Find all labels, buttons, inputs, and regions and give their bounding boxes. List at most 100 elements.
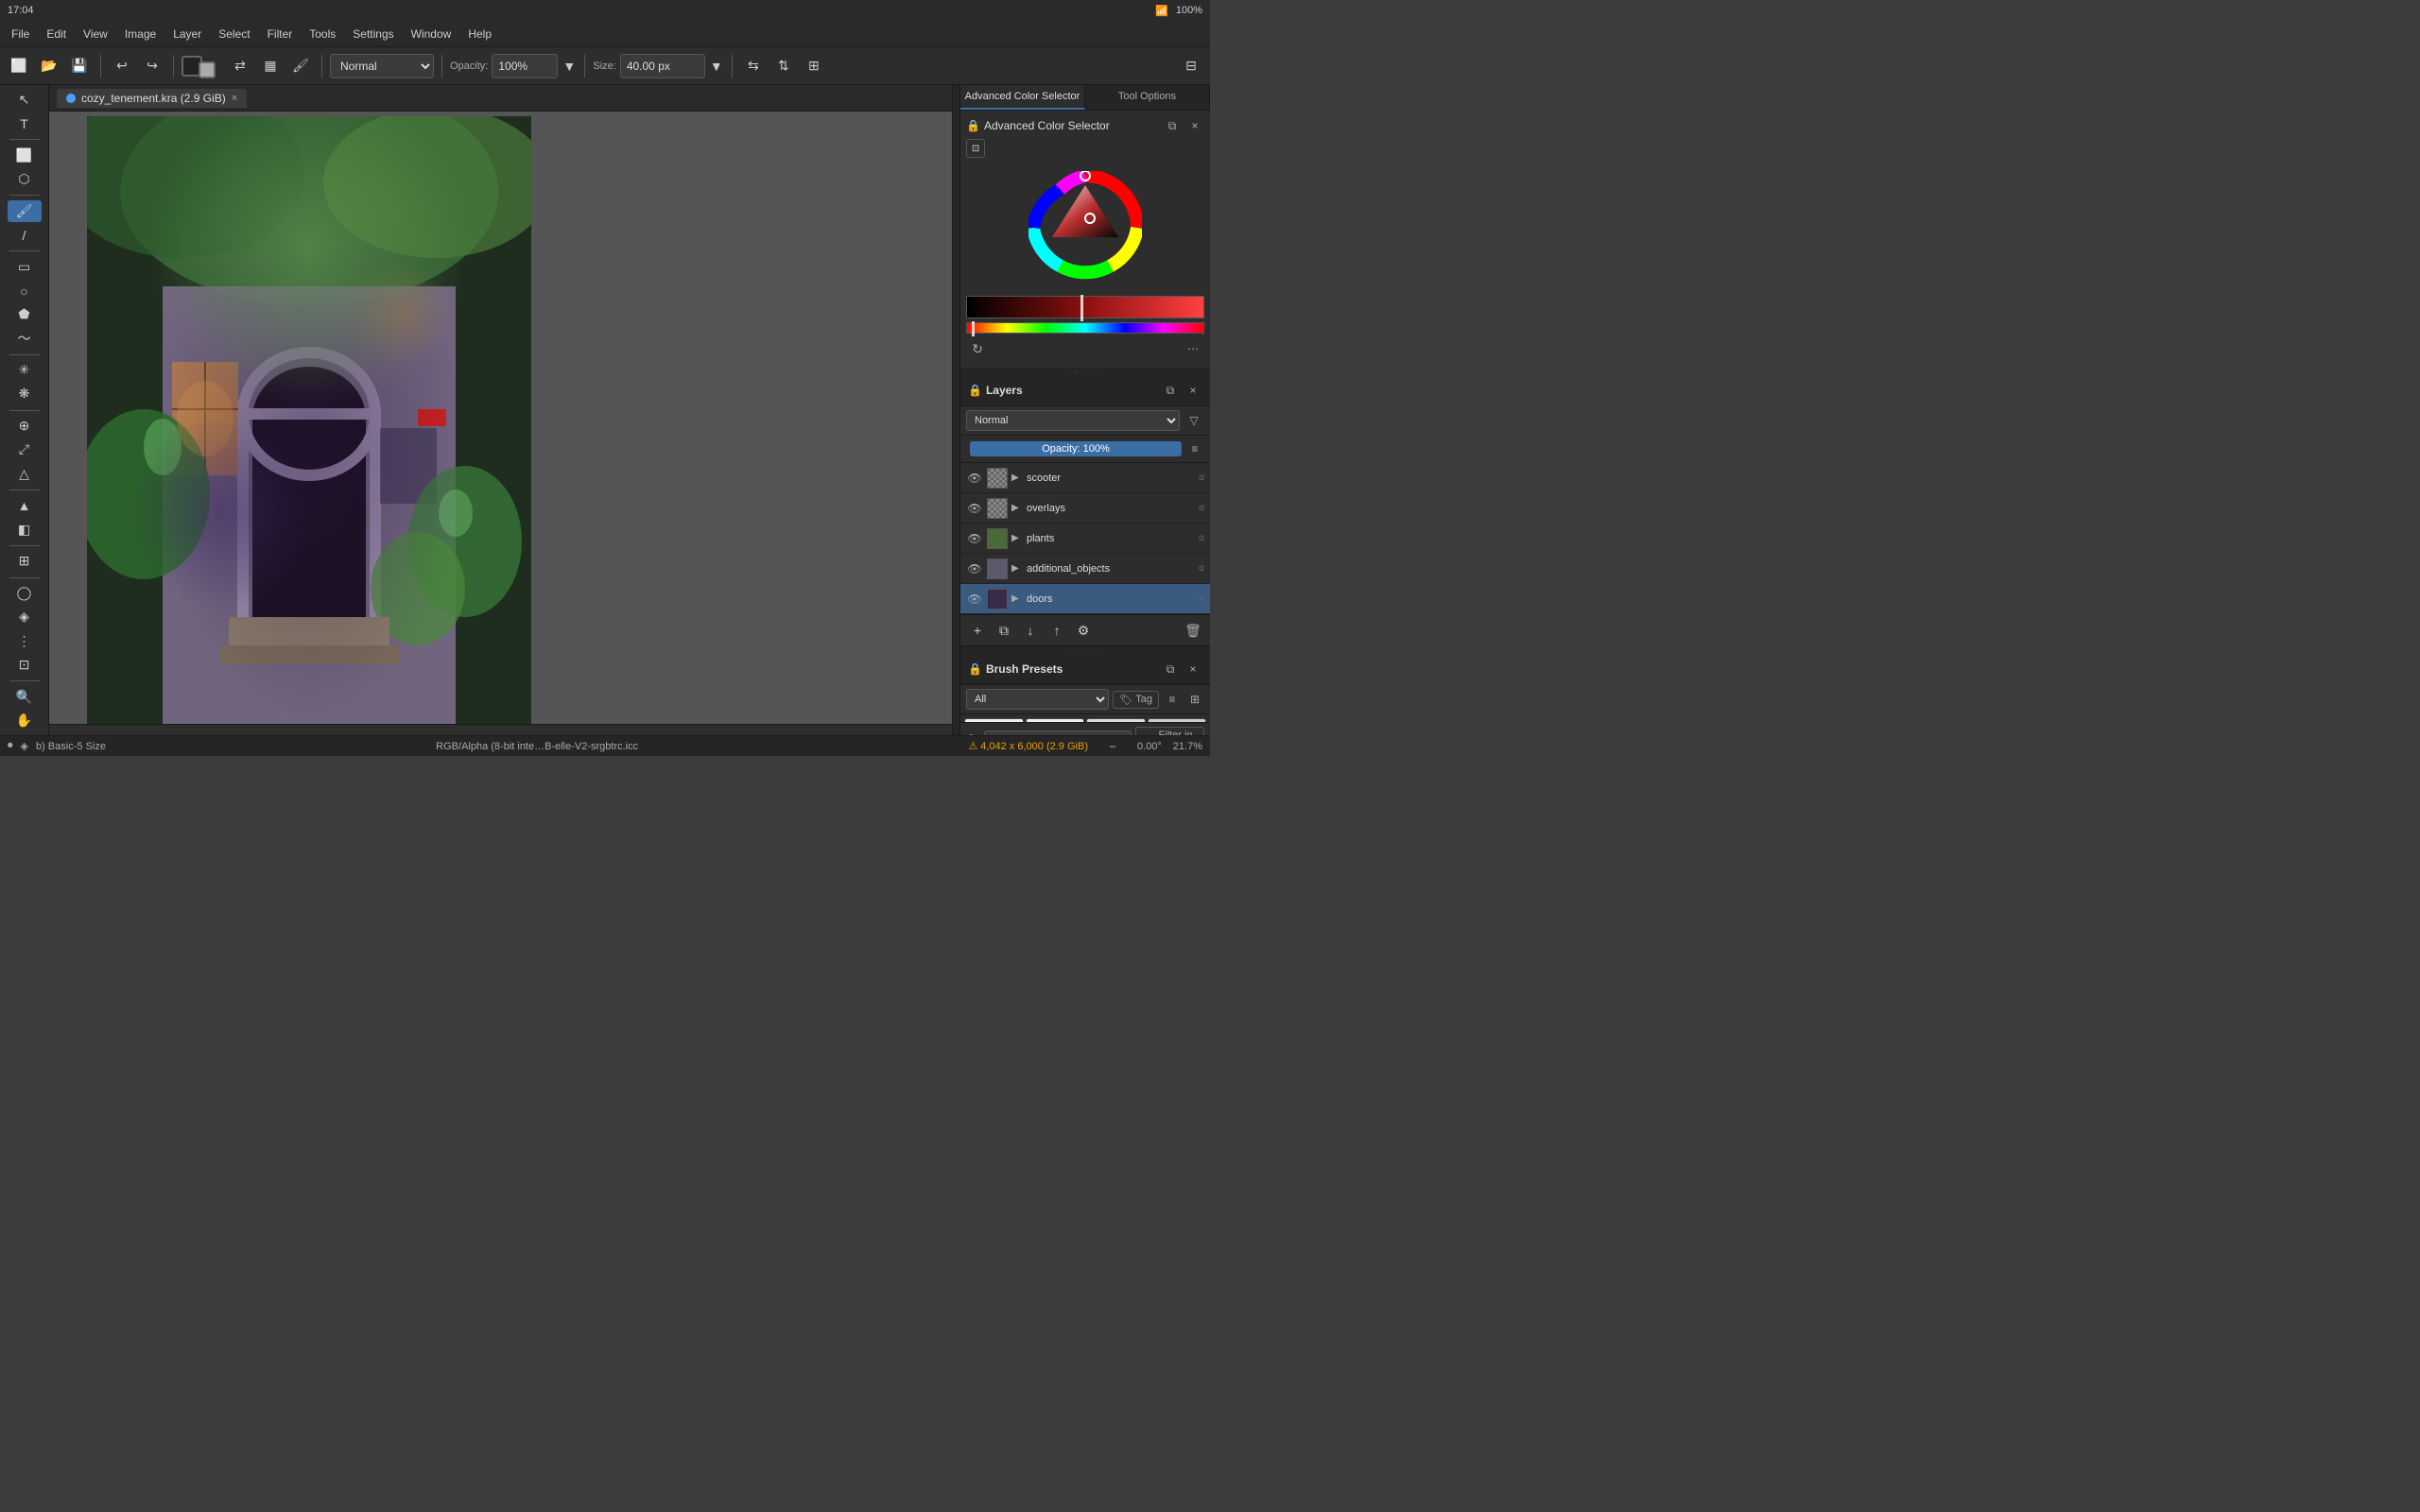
blend-mode-select[interactable]: Normal Multiply Screen Overlay [330, 54, 434, 78]
menu-tools[interactable]: Tools [302, 25, 343, 43]
size-input[interactable] [620, 54, 705, 78]
menu-view[interactable]: View [76, 25, 115, 43]
merge-down-btn[interactable]: ↓ [1019, 619, 1042, 642]
wrap-btn[interactable]: ⊞ [801, 53, 827, 79]
panel-layout-btn[interactable]: ⊟ [1178, 53, 1204, 79]
layer-expand-additional[interactable]: ▶ [1011, 563, 1023, 574]
layer-opacity-value[interactable]: Opacity: 100% [970, 441, 1182, 456]
measure-btn[interactable]: △ [8, 463, 42, 485]
layer-item-overlays[interactable]: 👁 ▶ overlays α [960, 493, 1210, 524]
v-scrollbar[interactable] [952, 85, 959, 735]
transform-btn[interactable]: ⤢ [8, 438, 42, 460]
layer-item-scooter[interactable]: 👁 ▶ scooter α [960, 463, 1210, 493]
menu-layer[interactable]: Layer [165, 25, 209, 43]
color-panel-close-btn[interactable]: × [1185, 116, 1204, 135]
color-sampler-btn[interactable]: ⊕ [8, 415, 42, 437]
color-menu-btn[interactable]: ⋯ [1184, 339, 1202, 358]
copy-layer-btn[interactable]: ⧉ [993, 619, 1015, 642]
layer-expand-scooter[interactable]: ▶ [1011, 472, 1023, 483]
menu-window[interactable]: Window [404, 25, 459, 43]
properties-btn[interactable]: ⚙ [1072, 619, 1095, 642]
freehand-select-btn[interactable]: ⬡ [8, 168, 42, 190]
canvas-close-btn[interactable]: × [232, 93, 237, 104]
color-panel-expand-btn[interactable]: ⧉ [1163, 116, 1182, 135]
brush-preset-btn[interactable]: 🖌 [287, 53, 314, 79]
text-tool-btn[interactable]: T [8, 112, 42, 134]
redo-btn[interactable]: ↪ [139, 53, 165, 79]
gradient-btn[interactable]: ◧ [8, 519, 42, 541]
brush-expand-btn[interactable]: ⧉ [1161, 660, 1180, 679]
color-refresh-btn[interactable]: ↻ [968, 339, 987, 358]
mirror-h-btn[interactable]: ⇆ [740, 53, 767, 79]
h-scrollbar[interactable] [49, 724, 952, 735]
layer-vis-plants[interactable]: 👁 [966, 530, 983, 547]
menu-help[interactable]: Help [460, 25, 499, 43]
menu-image[interactable]: Image [117, 25, 164, 43]
menu-edit[interactable]: Edit [39, 25, 74, 43]
opacity-input[interactable] [492, 54, 558, 78]
brush-list-btn[interactable]: ≡ [1163, 690, 1182, 709]
contiguous-select-btn[interactable]: ⬜ [8, 145, 42, 166]
layer-item-plants[interactable]: 👁 ▶ plants α [960, 524, 1210, 554]
open-btn[interactable]: 📂 [36, 53, 62, 79]
brush-grid-btn[interactable]: ⊞ [1185, 690, 1204, 709]
canvas-tab[interactable]: cozy_tenement.kra (2.9 GiB) × [57, 89, 247, 108]
size-arrow-btn[interactable]: ▼ [709, 53, 724, 79]
menu-file[interactable]: File [4, 25, 37, 43]
select-tool-btn[interactable]: ↖ [8, 89, 42, 111]
layer-vis-doors[interactable]: 👁 [966, 591, 983, 608]
layer-item-doors[interactable]: 👁 ▶ doors α [960, 584, 1210, 614]
save-btn[interactable]: 💾 [66, 53, 93, 79]
fill-btn[interactable]: ▲ [8, 494, 42, 516]
bg-color-btn[interactable] [199, 61, 216, 78]
brush-tool-btn[interactable]: 🖌 [8, 200, 42, 222]
ellipse-tool-btn[interactable]: ○ [8, 280, 42, 301]
circular-select-btn[interactable]: ◯ [8, 582, 42, 604]
layer-opacity-menu-btn[interactable]: ≡ [1185, 439, 1204, 458]
canvas-container[interactable]: wøyng [49, 112, 952, 724]
menu-filter[interactable]: Filter [260, 25, 301, 43]
layers-expand-btn[interactable]: ⧉ [1161, 381, 1180, 400]
multibrush-btn[interactable]: ✳ [8, 359, 42, 381]
crop-btn[interactable]: ⊞ [8, 550, 42, 572]
delete-layer-btn[interactable]: 🗑 [1182, 619, 1204, 642]
layer-vis-overlays[interactable]: 👁 [966, 500, 983, 517]
color-type-hsv-btn[interactable]: ⊡ [966, 139, 985, 158]
layers-close-btn[interactable]: × [1184, 381, 1202, 400]
opacity-arrow-btn[interactable]: ▼ [562, 53, 577, 79]
mirror-v-btn[interactable]: ⇅ [770, 53, 797, 79]
pan-tool-btn[interactable]: ✋ [8, 710, 42, 731]
magnetic-select-btn[interactable]: ⋮ [8, 630, 42, 652]
color-hue-bar[interactable] [966, 322, 1204, 334]
pattern-btn[interactable]: ▦ [257, 53, 284, 79]
color-swap-btn[interactable]: ⇄ [227, 53, 253, 79]
rectangular-select-btn[interactable]: ⊡ [8, 654, 42, 676]
smart-patch-btn[interactable]: ❋ [8, 383, 42, 404]
new-window-btn[interactable]: ⬜ [6, 53, 32, 79]
tab-tool-options[interactable]: Tool Options [1085, 85, 1210, 110]
color-wheel[interactable] [1028, 171, 1142, 284]
color-gradient-bar[interactable] [966, 296, 1204, 318]
menu-select[interactable]: Select [211, 25, 257, 43]
brush-close-btn[interactable]: × [1184, 660, 1202, 679]
contiguous-path-btn[interactable]: ◈ [8, 606, 42, 627]
layer-expand-doors[interactable]: ▶ [1011, 593, 1023, 604]
layer-expand-overlays[interactable]: ▶ [1011, 503, 1023, 513]
brush-tag-btn[interactable]: 🏷 Tag [1113, 691, 1159, 709]
zoom-out-btn[interactable]: − [1099, 733, 1126, 760]
polygon-tool-btn[interactable]: ⬟ [8, 303, 42, 325]
layer-expand-plants[interactable]: ▶ [1011, 533, 1023, 543]
menu-settings[interactable]: Settings [345, 25, 401, 43]
layer-vis-scooter[interactable]: 👁 [966, 470, 983, 487]
undo-btn[interactable]: ↩ [109, 53, 135, 79]
move-up-btn[interactable]: ↑ [1046, 619, 1068, 642]
line-tool-btn[interactable]: / [8, 224, 42, 246]
zoom-tool-btn[interactable]: 🔍 [8, 686, 42, 708]
layer-filter-btn[interactable]: ▽ [1184, 410, 1204, 431]
layer-item-additional[interactable]: 👁 ▶ additional_objects α [960, 554, 1210, 584]
brush-filter-select[interactable]: All Favorites Recent [966, 689, 1109, 710]
layer-blend-select[interactable]: Normal Multiply Screen [966, 410, 1180, 431]
layer-vis-additional[interactable]: 👁 [966, 560, 983, 577]
tab-advanced-color[interactable]: Advanced Color Selector [960, 85, 1085, 110]
rect-tool-btn[interactable]: ▭ [8, 256, 42, 278]
